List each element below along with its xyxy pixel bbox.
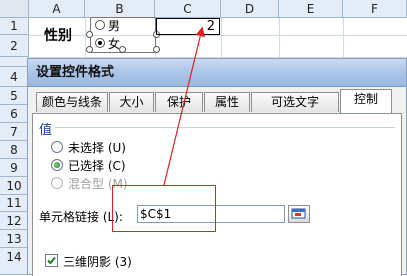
row-header-6[interactable]: 6 (0, 105, 29, 123)
grid-line (279, 18, 280, 58)
dialog-title[interactable]: 设置控件格式 (28, 59, 406, 87)
radio-icon (51, 177, 63, 189)
tab-control[interactable]: 控制 (340, 89, 392, 113)
column-header-f[interactable]: F (343, 0, 407, 18)
tab-properties[interactable]: 属性 (204, 92, 250, 112)
resize-handle[interactable] (119, 46, 126, 53)
row-header-9[interactable]: 9 (0, 159, 29, 177)
option-checked-label: 已选择 (C) (68, 158, 126, 173)
radio-icon (51, 141, 63, 153)
linked-cell-c1[interactable]: 2 (156, 18, 220, 35)
tab-colors-lines[interactable]: 颜色与线条 (36, 92, 108, 112)
row-header-1[interactable]: 1 (0, 18, 29, 35)
option-checked[interactable]: 已选择 (C) (51, 156, 126, 174)
row-header-7[interactable]: 7 (0, 123, 29, 141)
radio-female[interactable]: 女 (95, 34, 120, 52)
shading-label: 三维阴影 (3) (63, 255, 132, 269)
radio-male[interactable]: 男 (95, 16, 120, 34)
row-header-5[interactable]: 5 (0, 87, 29, 105)
tab-alt-text[interactable]: 可选文字 (251, 92, 339, 112)
radio-selected-icon (51, 159, 63, 171)
shading-checkbox[interactable] (45, 254, 58, 267)
radio-selected-icon (95, 38, 105, 48)
radio-male-label: 男 (108, 18, 121, 33)
tab-strip: 颜色与线条 大小 保护 属性 可选文字 控制 (28, 88, 406, 114)
checkmark-icon (47, 256, 56, 265)
row-header-14[interactable]: 14 (0, 248, 29, 275)
collapse-dialog-button[interactable] (288, 205, 310, 223)
group-divider (55, 127, 395, 128)
option-unchecked-label: 未选择 (U) (68, 140, 126, 155)
resize-handle[interactable] (86, 46, 93, 53)
select-all-corner[interactable] (0, 0, 29, 18)
column-header-c[interactable]: C (155, 0, 221, 18)
resize-handle[interactable] (153, 46, 160, 53)
row-header-3[interactable] (0, 57, 29, 67)
grid-line (85, 18, 86, 58)
column-header-d[interactable]: D (221, 0, 279, 18)
row-header-8[interactable]: 8 (0, 141, 29, 159)
row-header-4[interactable]: 4 (0, 67, 29, 87)
option-unchecked[interactable]: 未选择 (U) (51, 138, 126, 156)
tab-protection[interactable]: 保护 (155, 92, 203, 112)
row-header-10[interactable]: 10 (0, 177, 29, 195)
tab-size[interactable]: 大小 (109, 92, 154, 112)
grid-line (221, 18, 222, 58)
row-header-12[interactable]: 12 (0, 212, 29, 230)
value-group-title: 值 (39, 123, 53, 138)
grid-line (343, 18, 344, 58)
format-control-dialog: 设置控件格式 颜色与线条 大小 保护 属性 可选文字 控制 值 未选择 (U) … (27, 58, 407, 276)
resize-handle[interactable] (86, 31, 93, 38)
cell-link-label: 单元格链接 (L): (39, 210, 123, 224)
row-header-13[interactable]: 13 (0, 230, 29, 248)
control-tab-panel: 值 未选择 (U) 已选择 (C) 混合型 (M) 单元格链接 (L): $C$… (32, 113, 402, 276)
row-header-2[interactable]: 2 (0, 35, 29, 57)
column-header-e[interactable]: E (279, 0, 343, 18)
row-header-11[interactable]: 11 (0, 195, 29, 212)
column-header-a[interactable]: A (29, 0, 85, 18)
highlight-box (112, 185, 216, 232)
radio-circle-icon (95, 20, 105, 30)
range-select-icon (291, 208, 306, 219)
gender-label-cell[interactable]: 性别 (44, 25, 72, 45)
